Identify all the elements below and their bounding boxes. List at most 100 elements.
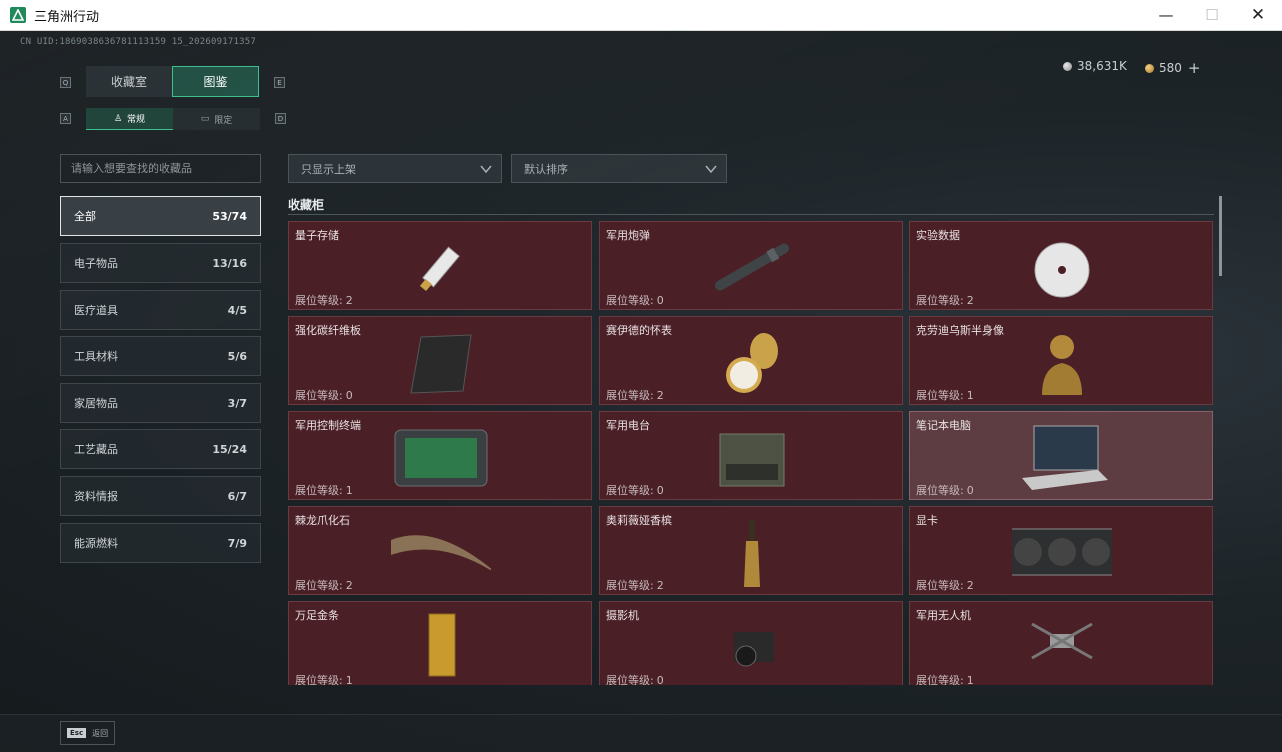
- regular-icon: ♙: [113, 113, 123, 124]
- item-level-value: 1: [966, 674, 974, 685]
- item-level-value: 0: [656, 294, 664, 307]
- gold-coin-icon: [1145, 63, 1154, 73]
- close-button[interactable]: ✕: [1235, 0, 1281, 30]
- category-label: 资料情报: [74, 490, 118, 503]
- item-level: 展位等级: 0: [606, 482, 664, 498]
- item-card[interactable]: 实验数据 展位等级: 2: [909, 221, 1213, 310]
- artillery-shell-icon: [714, 243, 790, 291]
- silver-currency: 38,631K: [1063, 59, 1127, 73]
- gold-amount: 580: [1159, 61, 1182, 75]
- tab-collection-room[interactable]: 收藏室: [86, 66, 172, 97]
- item-level-value: 2: [966, 294, 974, 307]
- silver-amount: 38,631K: [1077, 59, 1127, 73]
- category-intel[interactable]: 资料情报 6/7: [60, 476, 261, 516]
- category-electronics[interactable]: 电子物品 13/16: [60, 243, 261, 283]
- item-level: 展位等级: 2: [606, 577, 664, 593]
- bust-icon: [1042, 335, 1082, 395]
- shelf-filter-value: 只显示上架: [301, 162, 356, 176]
- item-level: 展位等级: 2: [295, 292, 353, 308]
- item-level-label: 展位等级:: [606, 389, 654, 402]
- window-title: 三角洲行动: [34, 9, 100, 25]
- category-label: 工具材料: [74, 350, 118, 363]
- item-level: 展位等级: 2: [916, 292, 974, 308]
- category-medical[interactable]: 医疗道具 4/5: [60, 290, 261, 330]
- item-level-label: 展位等级:: [295, 484, 343, 497]
- item-level-label: 展位等级:: [295, 294, 343, 307]
- back-button[interactable]: Esc 返回: [60, 721, 116, 745]
- item-name: 军用无人机: [916, 609, 971, 622]
- chevron-down-icon: [705, 165, 717, 174]
- item-name: 奥莉薇娅香槟: [606, 514, 672, 527]
- item-level: 展位等级: 0: [916, 482, 974, 498]
- drone-icon: [1031, 622, 1093, 660]
- search-input[interactable]: [60, 154, 261, 183]
- item-name: 军用控制终端: [295, 419, 361, 432]
- usb-drive-icon: [419, 246, 460, 292]
- item-name: 万足金条: [295, 609, 339, 622]
- item-level-value: 1: [966, 389, 974, 402]
- category-all[interactable]: 全部 53/74: [60, 196, 261, 236]
- tab-catalog[interactable]: 图鉴: [172, 66, 259, 97]
- graphics-card-icon: [1012, 528, 1112, 576]
- claw-fossil-icon: [391, 535, 491, 571]
- category-count: 15/24: [212, 442, 247, 456]
- carbon-plate-icon: [410, 334, 472, 394]
- shelf-filter-dropdown[interactable]: 只显示上架: [288, 154, 502, 183]
- category-label: 全部: [74, 210, 96, 223]
- item-card[interactable]: 显卡 展位等级: 2: [909, 506, 1213, 595]
- item-card[interactable]: 万足金条 展位等级: 1: [288, 601, 592, 685]
- subtab-limited[interactable]: ▭ 限定: [173, 108, 260, 130]
- item-level: 展位等级: 1: [295, 482, 353, 498]
- sort-dropdown[interactable]: 默认排序: [511, 154, 727, 183]
- minimize-button[interactable]: —: [1143, 0, 1189, 30]
- item-name: 军用电台: [606, 419, 650, 432]
- item-level-value: 2: [345, 294, 353, 307]
- item-name: 量子存储: [295, 229, 339, 242]
- item-name: 实验数据: [916, 229, 960, 242]
- item-name: 军用炮弹: [606, 229, 650, 242]
- subtab-regular[interactable]: ♙ 常规: [86, 108, 173, 130]
- champagne-icon: [744, 519, 760, 587]
- disc-icon: [1034, 242, 1090, 298]
- camera-icon: [734, 632, 774, 667]
- item-card[interactable]: 军用控制终端 展位等级: 1: [288, 411, 592, 500]
- item-level-label: 展位等级:: [916, 294, 964, 307]
- key-hint-q: Q: [60, 77, 71, 88]
- grid-scrollbar[interactable]: [1219, 196, 1222, 276]
- category-crafts[interactable]: 工艺藏品 15/24: [60, 429, 261, 469]
- section-title: 收藏柜: [288, 198, 325, 212]
- section-divider: [288, 214, 1214, 215]
- category-count: 7/9: [227, 536, 247, 550]
- item-card[interactable]: 克劳迪乌斯半身像 展位等级: 1: [909, 316, 1213, 405]
- maximize-button[interactable]: ☐: [1189, 0, 1235, 30]
- app-logo-icon: [10, 7, 26, 23]
- item-card[interactable]: 棘龙爪化石 展位等级: 2: [288, 506, 592, 595]
- user-uid: CN UID:1869038636781113159 15_2026091713…: [20, 37, 256, 47]
- item-level-label: 展位等级:: [295, 579, 343, 592]
- category-tools[interactable]: 工具材料 5/6: [60, 336, 261, 376]
- category-energy[interactable]: 能源燃料 7/9: [60, 523, 261, 563]
- collection-grid: 量子存储 展位等级: 2 军用炮弹 展位等级: 0 实验数据 展位等级: 2 强化碳纤…: [288, 221, 1214, 685]
- item-card[interactable]: 笔记本电脑 展位等级: 0: [909, 411, 1213, 500]
- item-level: 展位等级: 1: [916, 672, 974, 685]
- category-label: 电子物品: [74, 257, 118, 270]
- item-card[interactable]: 军用炮弹 展位等级: 0: [599, 221, 903, 310]
- category-count: 6/7: [227, 489, 247, 503]
- item-level-value: 2: [656, 579, 664, 592]
- add-currency-button[interactable]: +: [1188, 59, 1201, 77]
- item-card[interactable]: 奥莉薇娅香槟 展位等级: 2: [599, 506, 903, 595]
- item-level-value: 0: [966, 484, 974, 497]
- item-card[interactable]: 量子存储 展位等级: 2: [288, 221, 592, 310]
- radio-icon: [719, 433, 785, 487]
- item-card[interactable]: 强化碳纤维板 展位等级: 0: [288, 316, 592, 405]
- category-household[interactable]: 家居物品 3/7: [60, 383, 261, 423]
- item-level: 展位等级: 2: [606, 387, 664, 403]
- item-card[interactable]: 军用无人机 展位等级: 1: [909, 601, 1213, 685]
- item-card[interactable]: 摄影机 展位等级: 0: [599, 601, 903, 685]
- item-card[interactable]: 军用电台 展位等级: 0: [599, 411, 903, 500]
- item-level: 展位等级: 2: [295, 577, 353, 593]
- item-level-value: 0: [345, 389, 353, 402]
- item-card[interactable]: 赛伊德的怀表 展位等级: 2: [599, 316, 903, 405]
- item-name: 笔记本电脑: [916, 419, 971, 432]
- window-title-bar: 三角洲行动 — ☐ ✕: [0, 0, 1282, 31]
